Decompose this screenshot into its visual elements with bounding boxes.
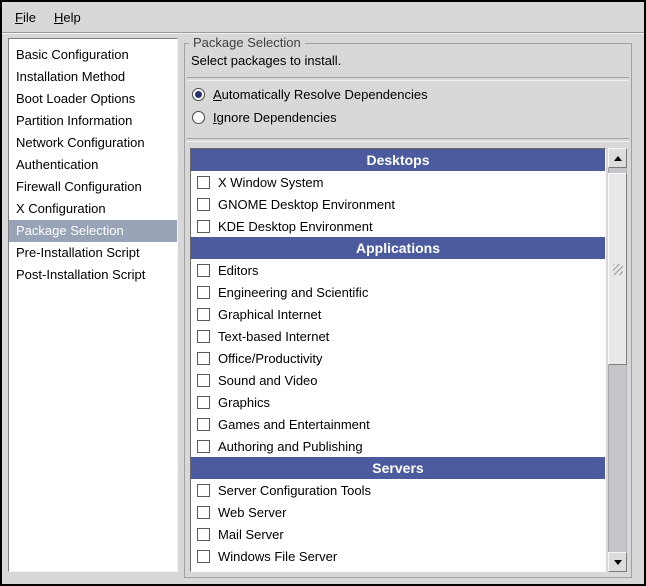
sidebar-item[interactable]: Boot Loader Options: [9, 88, 177, 110]
package-label: Server Configuration Tools: [218, 483, 371, 498]
separator: [187, 138, 629, 142]
up-arrow-icon: [614, 156, 622, 161]
checkbox-icon[interactable]: [197, 440, 210, 453]
radio-icon[interactable]: [192, 88, 205, 101]
package-list: Desktops X Window System GNOME Desktop Env…: [190, 148, 606, 572]
sidebar-item[interactable]: Network Configuration: [9, 132, 177, 154]
grip-icon: [613, 264, 623, 275]
menu-item-help[interactable]: Help: [45, 5, 90, 30]
checkbox-icon[interactable]: [197, 308, 210, 321]
sidebar-item[interactable]: Package Selection: [9, 220, 177, 242]
package-row[interactable]: GNOME Desktop Environment: [191, 193, 605, 215]
checkbox-icon[interactable]: [197, 572, 210, 573]
package-label: Authoring and Publishing: [218, 439, 363, 454]
package-label: X Window System: [218, 175, 323, 190]
checkbox-icon[interactable]: [197, 374, 210, 387]
package-label: Editors: [218, 263, 258, 278]
checkbox-icon[interactable]: [197, 264, 210, 277]
package-row-partial[interactable]: [191, 567, 605, 572]
package-row[interactable]: Graphical Internet: [191, 303, 605, 325]
radio-option[interactable]: Ignore Dependencies: [192, 106, 428, 128]
checkbox-icon[interactable]: [197, 418, 210, 431]
package-label: Mail Server: [218, 527, 284, 542]
sidebar-item[interactable]: Basic Configuration: [9, 44, 177, 66]
sidebar-item[interactable]: Installation Method: [9, 66, 177, 88]
checkbox-icon[interactable]: [197, 550, 210, 563]
radio-icon[interactable]: [192, 111, 205, 124]
scrollbar-thumb[interactable]: [608, 173, 627, 365]
package-row[interactable]: Games and Entertainment: [191, 413, 605, 435]
scroll-up-button[interactable]: [608, 148, 627, 168]
package-row[interactable]: Mail Server: [191, 523, 605, 545]
checkbox-icon[interactable]: [197, 330, 210, 343]
package-label: Text-based Internet: [218, 329, 329, 344]
frame-title: Package Selection: [189, 35, 305, 50]
sidebar-item[interactable]: Authentication: [9, 154, 177, 176]
sidebar-item[interactable]: X Configuration: [9, 198, 177, 220]
package-row[interactable]: Editors: [191, 259, 605, 281]
package-selection-frame: Package Selection Select packages to ins…: [184, 43, 632, 578]
radio-option[interactable]: Automatically Resolve Dependencies: [192, 83, 428, 105]
radio-label: Ignore Dependencies: [213, 110, 337, 125]
package-row[interactable]: Graphics: [191, 391, 605, 413]
package-row[interactable]: Text-based Internet: [191, 325, 605, 347]
package-row[interactable]: Engineering and Scientific: [191, 281, 605, 303]
package-label: Engineering and Scientific: [218, 285, 368, 300]
scroll-down-button[interactable]: [608, 552, 627, 572]
checkbox-icon[interactable]: [197, 176, 210, 189]
separator: [187, 77, 629, 81]
kickstart-configurator-window: { "window": { "bg_color": "#d8d8d8", "bo…: [0, 0, 646, 586]
sidebar-item[interactable]: Partition Information: [9, 110, 177, 132]
checkbox-icon[interactable]: [197, 198, 210, 211]
checkbox-icon[interactable]: [197, 220, 210, 233]
package-row[interactable]: Server Configuration Tools: [191, 479, 605, 501]
package-label: Windows File Server: [218, 549, 337, 564]
vertical-scrollbar[interactable]: [608, 148, 627, 572]
package-label: KDE Desktop Environment: [218, 219, 373, 234]
checkbox-icon[interactable]: [197, 352, 210, 365]
package-label: Graphical Internet: [218, 307, 321, 322]
package-label: Web Server: [218, 505, 286, 520]
package-row[interactable]: Web Server: [191, 501, 605, 523]
package-label: Sound and Video: [218, 373, 318, 388]
package-group-header: Servers: [191, 457, 605, 479]
package-row[interactable]: X Window System: [191, 171, 605, 193]
package-group-header: Applications: [191, 237, 605, 259]
sidebar-item[interactable]: Firewall Configuration: [9, 176, 177, 198]
down-arrow-icon: [614, 560, 622, 565]
checkbox-icon[interactable]: [197, 506, 210, 519]
package-group-header: Desktops: [191, 149, 605, 171]
package-label: Office/Productivity: [218, 351, 323, 366]
scrollbar-track[interactable]: [608, 168, 627, 552]
checkbox-icon[interactable]: [197, 484, 210, 497]
checkbox-icon[interactable]: [197, 286, 210, 299]
sidebar-item[interactable]: Post-Installation Script: [9, 264, 177, 286]
package-row[interactable]: Sound and Video: [191, 369, 605, 391]
sidebar-item[interactable]: Pre-Installation Script: [9, 242, 177, 264]
checkbox-icon[interactable]: [197, 396, 210, 409]
package-label: Graphics: [218, 395, 270, 410]
radio-label: Automatically Resolve Dependencies: [213, 87, 428, 102]
package-row[interactable]: Authoring and Publishing: [191, 435, 605, 457]
package-row[interactable]: Office/Productivity: [191, 347, 605, 369]
package-list-area: Desktops X Window System GNOME Desktop Env…: [190, 148, 627, 572]
instruction-text: Select packages to install.: [191, 53, 341, 68]
package-row[interactable]: KDE Desktop Environment: [191, 215, 605, 237]
menu-item-file[interactable]: File: [6, 5, 45, 30]
package-row[interactable]: Windows File Server: [191, 545, 605, 567]
sidebar-list: Basic ConfigurationInstallation MethodBo…: [8, 38, 178, 572]
checkbox-icon[interactable]: [197, 528, 210, 541]
dependency-options: Automatically Resolve Dependencies Ignore…: [192, 83, 428, 129]
menubar: FileHelp: [2, 2, 644, 33]
package-label: Games and Entertainment: [218, 417, 370, 432]
package-label: GNOME Desktop Environment: [218, 197, 395, 212]
